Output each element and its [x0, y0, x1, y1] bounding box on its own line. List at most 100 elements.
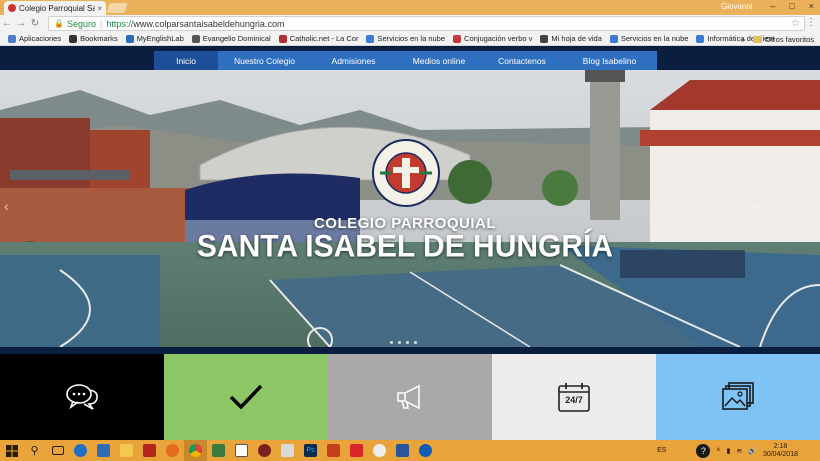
wifi-icon[interactable]: ≋	[736, 447, 742, 455]
bookmark-star-icon[interactable]: ☆	[791, 18, 800, 29]
nav-item[interactable]: Inicio	[154, 51, 218, 71]
divider: |	[100, 18, 103, 29]
profile-name[interactable]: Giovanni	[721, 2, 753, 11]
bookmark-label: Servicios en la nube	[620, 34, 689, 43]
bookmark-item[interactable]: Servicios en la nube	[366, 34, 445, 43]
bookmark-item[interactable]: Evangelio Dominical	[191, 34, 271, 43]
acrobat-icon[interactable]	[345, 440, 368, 461]
checkmark-icon	[229, 384, 263, 410]
bookmark-icon	[278, 34, 287, 43]
slider-dot[interactable]	[406, 341, 409, 344]
battery-icon[interactable]: ▮	[727, 447, 731, 455]
bookmark-item[interactable]: Aplicaciones	[8, 34, 61, 43]
tile-chat[interactable]	[0, 354, 164, 440]
tile-gallery[interactable]	[656, 354, 820, 440]
megaphone-icon	[397, 384, 420, 410]
window-controls: – □ ×	[770, 1, 814, 11]
filezilla-icon[interactable]	[138, 440, 161, 461]
bookmark-list: Aplicaciones Bookmarks MyEnglishLab Evangel…	[0, 34, 775, 43]
address-bar[interactable]: 🔒 Seguro | https:// www.colparsantaisabe…	[48, 16, 805, 31]
bookmark-label: Conjugación verbo v	[464, 34, 533, 43]
bookmark-item[interactable]: Mi hoja de vida	[540, 34, 602, 43]
tab-close-icon[interactable]: ×	[97, 4, 102, 13]
bookmark-icon	[8, 34, 16, 43]
browser-app-icon[interactable]	[368, 440, 391, 461]
photo-icon[interactable]	[207, 440, 230, 461]
mail-icon[interactable]	[230, 440, 253, 461]
close-window-icon[interactable]: ×	[809, 1, 814, 11]
settings-app-icon[interactable]	[276, 440, 299, 461]
bookmark-item[interactable]: Conjugación verbo v	[453, 34, 532, 43]
hero-title: SANTA ISABEL DE HUNGRÍA	[196, 229, 614, 264]
bookmarks-overflow-icon[interactable]: »	[741, 35, 745, 44]
calendar-24-7-icon: 24/7	[557, 381, 591, 413]
photoshop-icon[interactable]: Ps	[299, 440, 322, 461]
bookmarks-bar: Aplicaciones Bookmarks MyEnglishLab Evangel…	[0, 32, 820, 46]
bookmark-item[interactable]: Bookmarks	[69, 34, 118, 43]
system-tray: ES ? ˄ ▮ ≋ 🔊 2:18 30/04/2018	[657, 440, 820, 461]
folder-icon	[753, 35, 763, 43]
slider-dots	[390, 341, 417, 344]
bookmark-icon	[540, 34, 549, 43]
school-seal-logo	[372, 139, 440, 207]
media-player-icon[interactable]	[253, 440, 276, 461]
help-icon[interactable]: ?	[696, 443, 711, 458]
bookmark-label: Aplicaciones	[19, 34, 62, 43]
nav-item[interactable]: Blog Isabelino	[562, 51, 657, 71]
nav-item[interactable]: Admisiones	[311, 51, 396, 71]
nav-item[interactable]: Contactenos	[482, 51, 562, 71]
bookmark-label: Mi hoja de vida	[551, 34, 602, 43]
task-view-icon[interactable]	[46, 440, 69, 461]
bookmark-icon	[609, 34, 618, 43]
edge-icon[interactable]	[69, 440, 92, 461]
start-button[interactable]	[0, 440, 23, 461]
site-favicon-icon	[8, 4, 16, 12]
bookmark-icon	[366, 34, 375, 43]
bookmark-item[interactable]: MyEnglishLab	[125, 34, 184, 43]
bookmark-item[interactable]: Servicios en la nube	[609, 34, 689, 43]
search-icon[interactable]: ⚲	[23, 440, 46, 461]
language-indicator[interactable]: ES	[657, 447, 666, 454]
volume-icon[interactable]: 🔊	[748, 447, 757, 455]
slider-dot[interactable]	[398, 341, 401, 344]
reload-icon[interactable]: ↻	[28, 18, 42, 29]
bookmark-item[interactable]: Catholic.net - La Cor	[278, 34, 358, 43]
teamviewer-icon[interactable]	[414, 440, 437, 461]
tab-title: Colegio Parroquial Santa	[19, 3, 96, 13]
word-icon[interactable]	[391, 440, 414, 461]
tile-megaphone[interactable]	[328, 354, 492, 440]
slider-dot[interactable]	[390, 341, 393, 344]
bookmark-icon	[125, 34, 134, 43]
bookmark-label: MyEnglishLab	[136, 34, 184, 43]
firefox-icon[interactable]	[161, 440, 184, 461]
slider-next-icon[interactable]: ›	[752, 198, 757, 214]
powerpoint-icon[interactable]	[322, 440, 345, 461]
minimize-icon[interactable]: –	[770, 1, 775, 11]
windows-taskbar: ⚲ Ps ES ? ˄ ▮ ≋ 🔊 2:18 30/04/2018	[0, 440, 820, 461]
back-icon[interactable]: ←	[0, 18, 14, 29]
chrome-icon[interactable]	[184, 440, 207, 461]
file-explorer-icon[interactable]	[115, 440, 138, 461]
slider-dot[interactable]	[414, 341, 417, 344]
chevron-up-icon[interactable]: ˄	[716, 447, 720, 454]
browser-tab[interactable]: Colegio Parroquial Santa ×	[4, 1, 106, 15]
lock-icon: 🔒	[54, 19, 64, 28]
url-protocol: https://	[106, 18, 134, 29]
browser-menu-icon[interactable]: ⋮	[806, 17, 816, 28]
forward-icon[interactable]: →	[14, 18, 28, 29]
maximize-icon[interactable]: □	[789, 1, 794, 11]
nav-item[interactable]: Medios online	[396, 51, 482, 71]
tile-calendar[interactable]: 24/7	[492, 354, 656, 440]
bookmark-icon	[696, 34, 705, 43]
store-icon[interactable]	[92, 440, 115, 461]
tile-check[interactable]	[164, 354, 328, 440]
clock[interactable]: 2:18 30/04/2018	[763, 443, 798, 459]
hero-slider: COLEGIO PARROQUIAL SANTA ISABEL DE HUNGR…	[0, 70, 820, 347]
nav-item[interactable]: Nuestro Colegio	[218, 51, 311, 71]
new-tab-button[interactable]	[106, 3, 128, 13]
main-navigation: Inicio Nuestro Colegio Admisiones Medios on…	[154, 51, 657, 71]
bookmark-label: Bookmarks	[80, 34, 118, 43]
other-bookmarks[interactable]: Otros favoritos	[765, 35, 814, 44]
chat-bubbles-icon	[66, 384, 98, 410]
slider-prev-icon[interactable]: ‹	[4, 198, 9, 214]
